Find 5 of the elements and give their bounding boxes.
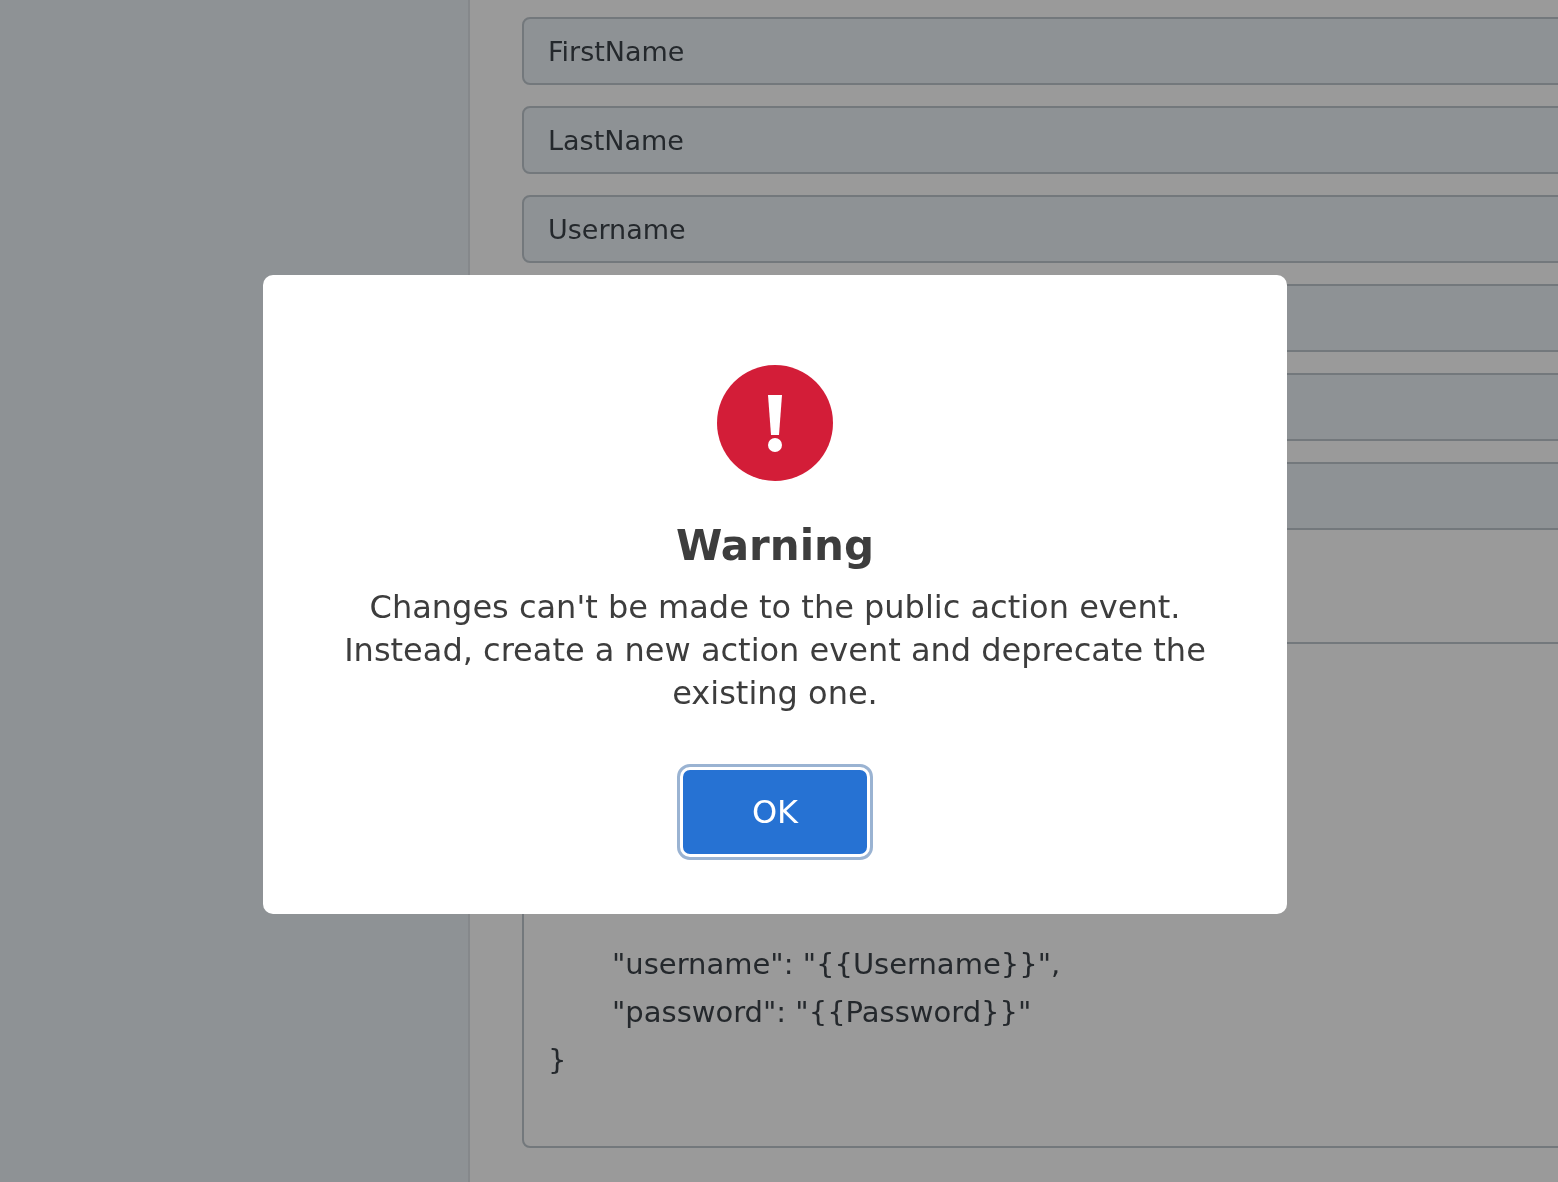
dialog-title: Warning [675, 521, 875, 570]
code-line: } [548, 1042, 568, 1079]
code-line: "username": "{{Username}}", [611, 946, 1062, 983]
code-line: "password": "{{Password}}" [611, 994, 1033, 1031]
dialog-message: Changes can't be made to the public action event. Instead, create a new action event and deprecate the existing one. [343, 587, 1207, 714]
